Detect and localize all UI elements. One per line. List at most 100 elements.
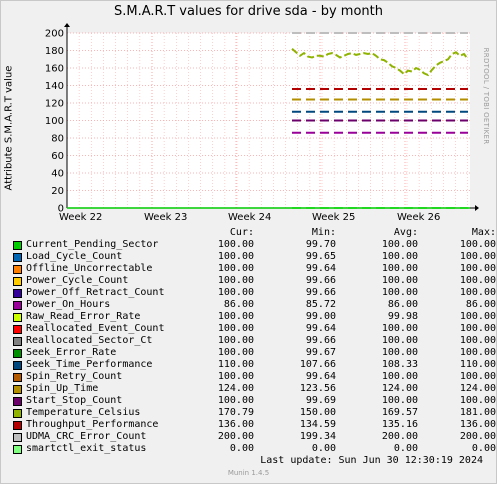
legend-cur-value: 100.00: [217, 323, 254, 334]
legend-max-value: 100.00: [459, 335, 496, 346]
x-tick-label: Week 26: [397, 212, 440, 223]
legend-min-value: 107.66: [299, 359, 336, 370]
y-axis-arrow: [64, 23, 70, 27]
legend-swatch: [13, 265, 22, 274]
legend-min-value: 0.00: [311, 443, 336, 454]
legend-min-value: 99.64: [305, 371, 336, 382]
legend-max-value: 100.00: [459, 287, 496, 298]
legend-avg-value: 169.57: [381, 407, 418, 418]
legend-swatch: [13, 313, 22, 322]
legend-avg-value: 100.00: [381, 251, 418, 262]
header-max: Max:: [471, 227, 496, 238]
legend-series-name: Power_Off_Retract_Count: [26, 287, 165, 298]
legend-row: Throughput_Performance 136.00 134.59 135.16…: [12, 419, 496, 431]
legend: Cur: Min: Avg: Max: Current_Pending_Sect…: [12, 227, 496, 455]
legend-max-value: 100.00: [459, 275, 496, 286]
x-tick-label: Week 25: [312, 212, 355, 223]
legend-row: Power_On_Hours 86.00 85.72 86.00 86.00: [12, 299, 496, 311]
legend-max-value: 181.00: [459, 407, 496, 418]
y-tick-label: 60: [51, 151, 64, 162]
legend-series-name: Temperature_Celsius: [26, 407, 141, 418]
legend-min-value: 99.69: [305, 395, 336, 406]
legend-avg-value: 99.98: [387, 311, 418, 322]
legend-row: Seek_Error_Rate 100.00 99.67 100.00 100.00: [12, 347, 496, 359]
legend-row: Power_Cycle_Count 100.00 99.66 100.00 100.00: [12, 275, 496, 287]
legend-row: Load_Cycle_Count 100.00 99.65 100.00 100.00: [12, 251, 496, 263]
legend-avg-value: 124.00: [381, 383, 418, 394]
legend-max-value: 100.00: [459, 395, 496, 406]
legend-cur-value: 100.00: [217, 371, 254, 382]
legend-cur-value: 124.00: [217, 383, 254, 394]
legend-min-value: 199.34: [299, 431, 336, 442]
legend-cur-value: 86.00: [223, 299, 254, 310]
legend-row: Spin_Up_Time 124.00 123.56 124.00 124.00: [12, 383, 496, 395]
legend-cur-value: 100.00: [217, 251, 254, 262]
header-avg: Avg:: [393, 227, 418, 238]
legend-cur-value: 100.00: [217, 287, 254, 298]
legend-max-value: 136.00: [459, 419, 496, 430]
legend-cur-value: 100.00: [217, 239, 254, 250]
legend-swatch: [13, 409, 22, 418]
munin-version: Munin 1.4.5: [227, 469, 270, 477]
legend-max-value: 100.00: [459, 239, 496, 250]
legend-swatch: [13, 253, 22, 262]
legend-cur-value: 136.00: [217, 419, 254, 430]
legend-avg-value: 0.00: [393, 443, 418, 454]
legend-avg-value: 200.00: [381, 431, 418, 442]
legend-series-name: Seek_Time_Performance: [26, 359, 153, 370]
x-tick-label: Week 24: [228, 212, 271, 223]
legend-max-value: 110.00: [459, 359, 496, 370]
legend-avg-value: 100.00: [381, 335, 418, 346]
legend-header-row: Cur: Min: Avg: Max:: [12, 227, 496, 239]
legend-swatch: [13, 349, 22, 358]
legend-swatch: [13, 385, 22, 394]
legend-min-value: 99.64: [305, 263, 336, 274]
plot-area: 020406080100120140160180200Week 22 Week 2…: [45, 23, 479, 223]
legend-max-value: 100.00: [459, 323, 496, 334]
legend-series-name: Power_On_Hours: [26, 299, 111, 310]
y-tick-label: 200: [45, 29, 64, 40]
legend-series-name: Start_Stop_Count: [26, 395, 123, 406]
legend-min-value: 99.00: [305, 311, 336, 322]
legend-swatch: [13, 277, 22, 286]
legend-min-value: 99.66: [305, 287, 336, 298]
legend-min-value: 99.66: [305, 275, 336, 286]
legend-swatch: [13, 433, 22, 442]
legend-series-name: UDMA_CRC_Error_Count: [26, 431, 147, 442]
legend-min-value: 134.59: [299, 419, 336, 430]
legend-row: Raw_Read_Error_Rate 100.00 99.00 99.98 100.0…: [12, 311, 496, 323]
x-tick-label: Week 22: [59, 212, 102, 223]
legend-cur-value: 0.00: [229, 443, 254, 454]
legend-cur-value: 110.00: [217, 359, 254, 370]
legend-swatch: [13, 241, 22, 250]
legend-cur-value: 100.00: [217, 275, 254, 286]
legend-series-name: Current_Pending_Sector: [26, 239, 159, 250]
legend-swatch: [13, 445, 22, 454]
legend-cur-value: 170.79: [217, 407, 254, 418]
legend-max-value: 100.00: [459, 371, 496, 382]
legend-max-value: 200.00: [459, 431, 496, 442]
legend-max-value: 124.00: [459, 383, 496, 394]
legend-min-value: 99.64: [305, 323, 336, 334]
legend-swatch: [13, 397, 22, 406]
legend-row: Start_Stop_Count 100.00 99.69 100.00 100.00: [12, 395, 496, 407]
legend-avg-value: 100.00: [381, 287, 418, 298]
legend-avg-value: 100.00: [381, 275, 418, 286]
legend-row: Seek_Time_Performance 110.00 107.66 108.33 1…: [12, 359, 496, 371]
y-tick-label: 40: [51, 169, 64, 180]
legend-swatch: [13, 421, 22, 430]
legend-min-value: 85.72: [305, 299, 336, 310]
legend-max-value: 100.00: [459, 347, 496, 358]
legend-avg-value: 100.00: [381, 395, 418, 406]
legend-cur-value: 100.00: [217, 347, 254, 358]
legend-rows: Current_Pending_Sector 100.00 99.70 100.00 1…: [12, 239, 496, 455]
legend-series-name: smartctl_exit_status: [26, 443, 147, 454]
y-tick-label: 80: [51, 134, 64, 145]
legend-swatch: [13, 361, 22, 370]
legend-avg-value: 108.33: [381, 359, 418, 370]
legend-min-value: 99.65: [305, 251, 336, 262]
legend-swatch: [13, 373, 22, 382]
legend-series-name: Reallocated_Sector_Ct: [26, 335, 153, 346]
legend-min-value: 99.67: [305, 347, 336, 358]
y-tick-label: 20: [51, 186, 64, 197]
